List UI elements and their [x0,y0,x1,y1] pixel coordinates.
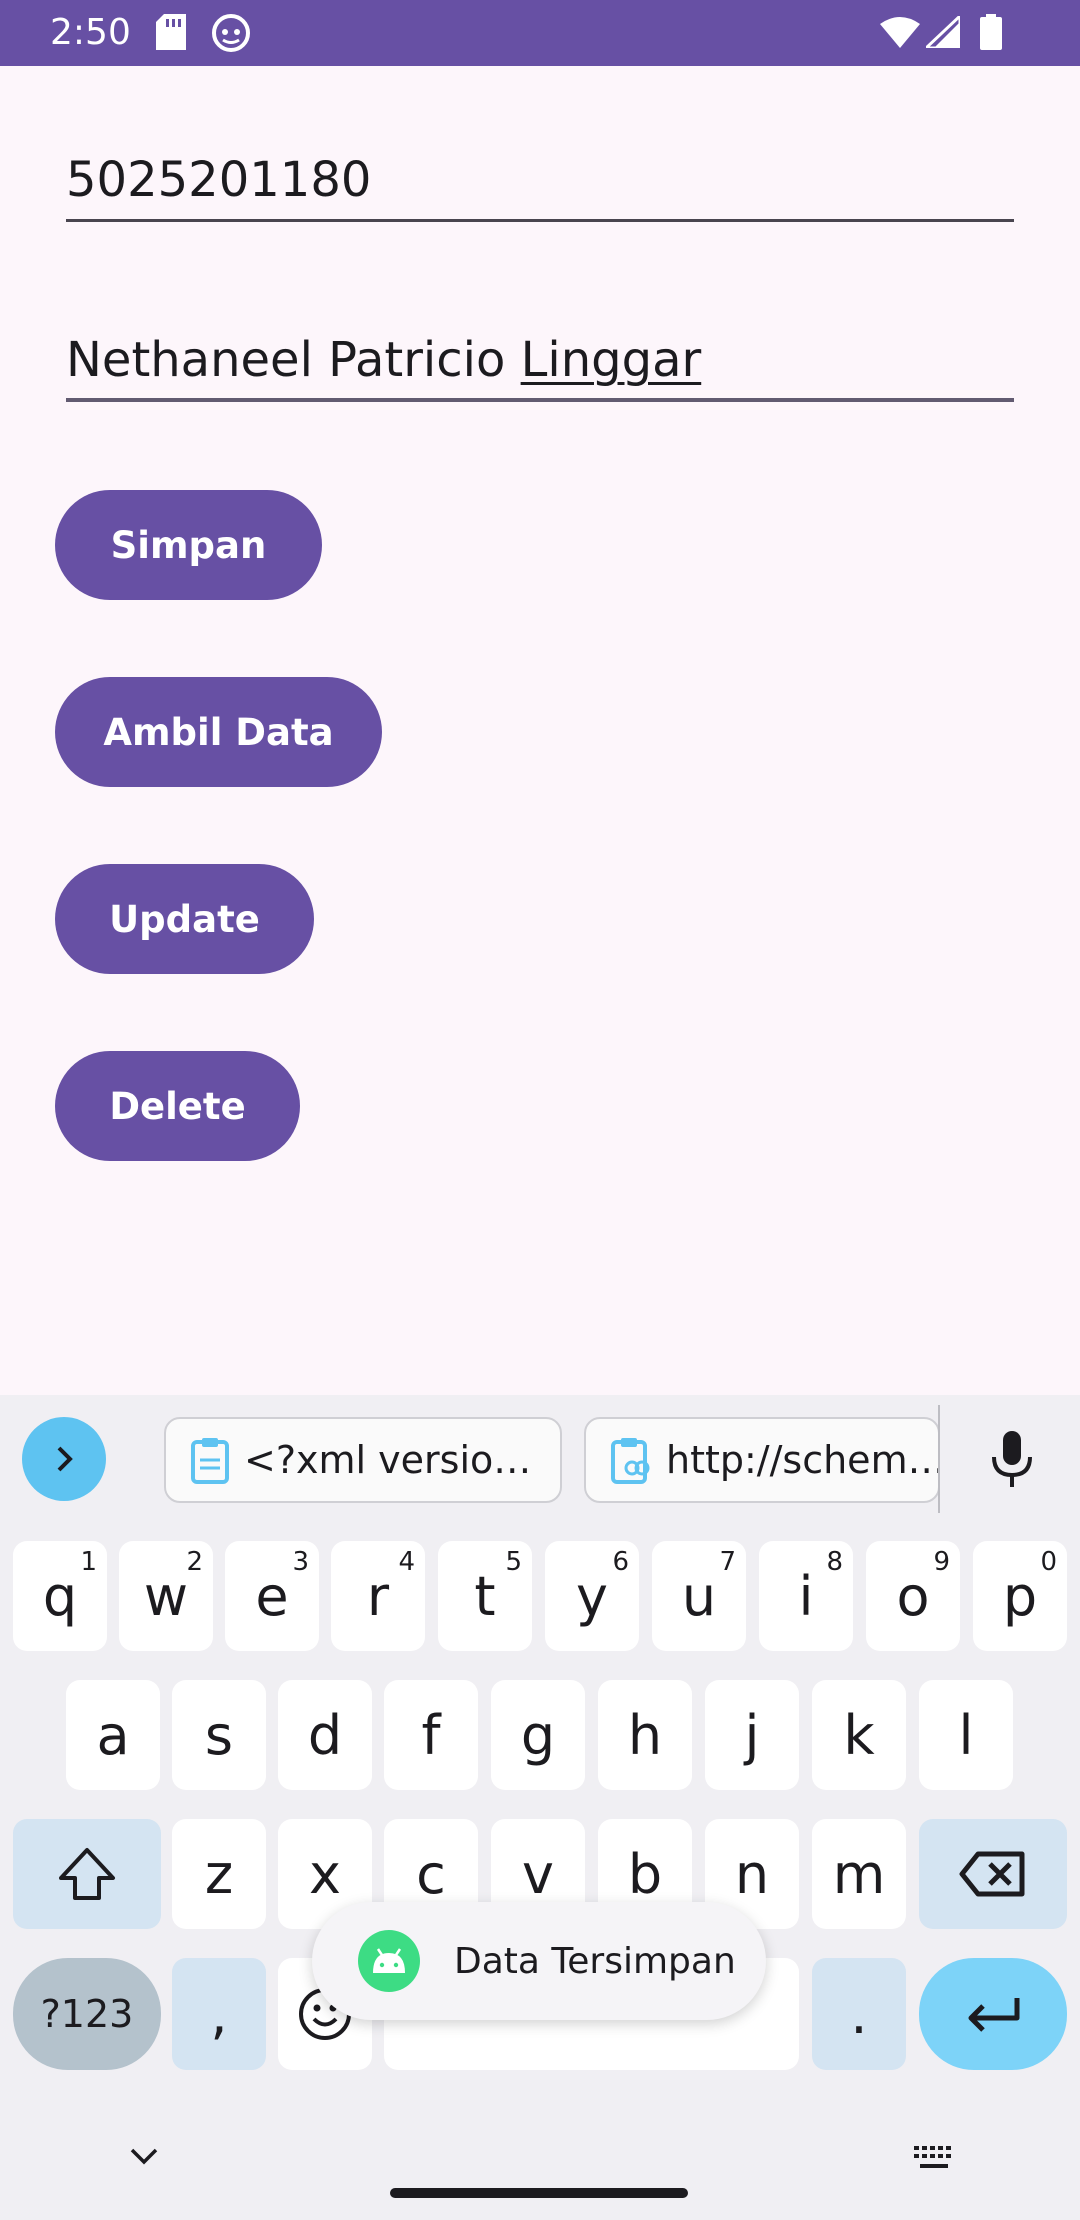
name-value-composing: Linggar [520,332,702,388]
android-debug-icon [212,14,250,57]
name-value-prefix: Nethaneel Patricio [66,332,521,388]
key-hint: 7 [719,1547,736,1577]
key-hint: 6 [612,1547,629,1577]
key-hint: 0 [1040,1547,1057,1577]
key-label: r [366,1564,390,1628]
key-hint: 3 [292,1547,309,1577]
status-bar: 2:50 [0,0,1080,66]
key-label: w [143,1564,189,1628]
backspace-icon [959,1851,1025,1897]
key-d[interactable]: d [278,1680,372,1790]
toast-message: Data Tersimpan [454,1940,736,1982]
key-label: q [42,1564,78,1628]
key-a[interactable]: a [66,1680,160,1790]
name-field[interactable]: Nethaneel Patricio Linggar [66,332,1014,402]
clipboard-chip-1[interactable]: <?xml versio… [164,1417,562,1503]
key-label: o [896,1564,930,1628]
soft-keyboard: <?xml versio… http://schem… q1 w2 e3 r4 … [0,1395,1080,2220]
key-o[interactable]: o9 [866,1541,960,1651]
status-time: 2:50 [50,12,131,53]
key-label: u [681,1564,717,1628]
suggestion-divider [938,1405,940,1513]
sd-card-icon [156,14,186,55]
period-key[interactable]: . [812,1958,906,2070]
key-k[interactable]: k [812,1680,906,1790]
key-t[interactable]: t5 [438,1541,532,1651]
clipboard-link-icon [611,1438,650,1484]
key-z[interactable]: z [172,1819,266,1929]
toast: Data Tersimpan [312,1902,766,2020]
key-label: i [798,1564,814,1628]
key-hint: 2 [186,1547,203,1577]
nrp-value: 5025201180 [66,152,372,208]
clipboard-chip-2-text: http://schem… [666,1438,940,1482]
enter-key[interactable] [919,1958,1067,2070]
key-hint: 4 [398,1547,415,1577]
key-hint: 8 [826,1547,843,1577]
delete-button[interactable]: Delete [55,1051,300,1161]
key-e[interactable]: e3 [225,1541,319,1651]
clipboard-chip-1-text: <?xml versio… [244,1438,532,1482]
chevron-down-icon[interactable] [128,2146,160,2171]
key-f[interactable]: f [384,1680,478,1790]
keyboard-switch-icon[interactable] [912,2144,956,2177]
wifi-icon [880,16,920,53]
nrp-field[interactable]: 5025201180 [66,152,1014,222]
ambil-data-button[interactable]: Ambil Data [55,677,382,787]
key-hint: 9 [933,1547,950,1577]
microphone-icon[interactable] [990,1431,1034,1494]
key-label: p [1002,1564,1038,1628]
name-underline [66,398,1014,402]
suggestion-expand-button[interactable] [22,1417,106,1501]
key-p[interactable]: p0 [973,1541,1067,1651]
comma-key[interactable]: , [172,1958,266,2070]
android-app-icon [358,1930,420,1992]
name-value: Nethaneel Patricio Linggar [66,332,701,388]
clipboard-icon [191,1438,229,1484]
key-hint: 1 [80,1547,97,1577]
shift-key[interactable] [13,1819,161,1929]
enter-icon [968,1998,1020,2032]
key-hint: 5 [505,1547,522,1577]
update-button[interactable]: Update [55,864,314,974]
key-u[interactable]: u7 [652,1541,746,1651]
chevron-right-icon [57,1446,73,1472]
key-label: e [255,1564,289,1628]
key-g[interactable]: g [491,1680,585,1790]
backspace-key[interactable] [919,1819,1067,1929]
key-label: t [474,1564,496,1628]
key-q[interactable]: q1 [13,1541,107,1651]
gesture-handle[interactable] [390,2188,688,2198]
key-j[interactable]: j [705,1680,799,1790]
clipboard-chip-2[interactable]: http://schem… [584,1417,940,1503]
key-i[interactable]: i8 [759,1541,853,1651]
key-m[interactable]: m [812,1819,906,1929]
key-h[interactable]: h [598,1680,692,1790]
battery-icon [980,14,1002,55]
nrp-underline [66,219,1014,222]
symbols-key[interactable]: ?123 [13,1958,161,2070]
key-l[interactable]: l [919,1680,1013,1790]
key-s[interactable]: s [172,1680,266,1790]
key-r[interactable]: r4 [331,1541,425,1651]
key-w[interactable]: w2 [119,1541,213,1651]
simpan-button[interactable]: Simpan [55,490,322,600]
navigation-bar [0,2100,1080,2220]
signal-icon [922,12,962,53]
shift-icon [59,1848,115,1900]
key-y[interactable]: y6 [545,1541,639,1651]
key-label: y [576,1564,608,1628]
